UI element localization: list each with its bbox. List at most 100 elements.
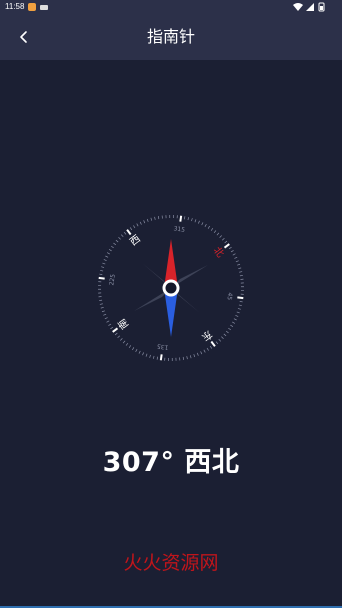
- major-tick: [210, 340, 216, 347]
- minor-tick: [146, 218, 149, 222]
- minor-tick: [139, 221, 142, 225]
- minor-tick: [239, 274, 243, 277]
- minor-tick: [123, 231, 127, 235]
- minor-tick: [135, 349, 138, 353]
- minor-tick: [99, 299, 103, 302]
- minor-tick: [101, 266, 105, 268]
- minor-tick: [156, 356, 158, 360]
- minor-tick: [203, 349, 206, 353]
- major-tick: [159, 354, 163, 361]
- minor-tick: [108, 323, 112, 326]
- minor-tick: [230, 250, 234, 253]
- minor-tick: [106, 320, 110, 323]
- minor-tick: [235, 260, 239, 263]
- minor-tick: [125, 342, 129, 346]
- minor-tick: [233, 318, 237, 321]
- minor-tick: [237, 308, 241, 310]
- minor-tick: [104, 317, 108, 320]
- minor-tick: [198, 220, 200, 224]
- back-button[interactable]: [10, 23, 38, 51]
- minor-tick: [117, 335, 121, 339]
- minor-tick: [132, 347, 135, 351]
- minor-tick: [105, 255, 109, 258]
- notification-app-icon: [28, 3, 36, 11]
- major-tick: [179, 215, 183, 222]
- minor-tick: [103, 259, 107, 261]
- minor-tick: [228, 246, 232, 250]
- wifi-icon: [293, 3, 303, 11]
- label-45: 45: [225, 292, 233, 301]
- minor-tick: [187, 217, 189, 221]
- minor-tick: [120, 338, 123, 341]
- minor-tick: [136, 223, 139, 227]
- minor-tick: [189, 355, 192, 359]
- app-bar: 指南针: [0, 14, 342, 60]
- minor-tick: [101, 310, 105, 313]
- minor-tick: [210, 228, 214, 231]
- minor-tick: [100, 270, 104, 272]
- signal-icon: [306, 3, 314, 11]
- minor-tick: [232, 321, 236, 324]
- minor-tick: [150, 217, 153, 221]
- minor-tick: [186, 356, 188, 360]
- minor-tick: [102, 262, 106, 265]
- minor-tick: [230, 324, 234, 327]
- minor-tick: [225, 330, 229, 334]
- minor-tick: [129, 227, 133, 231]
- minor-tick: [213, 230, 217, 234]
- minor-tick: [184, 216, 186, 220]
- minor-tick: [133, 225, 136, 229]
- minor-tick: [239, 301, 243, 303]
- minor-tick: [118, 237, 121, 240]
- minor-tick: [143, 220, 146, 224]
- minor-tick: [120, 234, 124, 238]
- minor-tick: [100, 306, 104, 309]
- minor-tick: [204, 223, 207, 227]
- label-135: 135: [156, 342, 168, 351]
- minor-tick: [196, 352, 199, 356]
- minor-tick: [149, 354, 151, 358]
- minor-tick: [138, 350, 141, 354]
- minor-tick: [224, 240, 228, 244]
- page-title: 指南针: [146, 27, 195, 46]
- minor-tick: [145, 353, 148, 357]
- label-315: 315: [173, 225, 185, 234]
- minor-tick: [221, 237, 225, 241]
- major-tick: [112, 327, 119, 333]
- major-tick: [98, 276, 105, 280]
- minor-tick: [142, 352, 144, 356]
- minor-tick: [115, 239, 119, 243]
- major-tick: [237, 296, 244, 300]
- status-bar: 11:58: [0, 0, 342, 14]
- video-icon: [40, 5, 48, 10]
- minor-tick: [128, 345, 132, 348]
- minor-tick: [154, 216, 156, 220]
- minor-tick: [239, 271, 243, 273]
- minor-tick: [207, 225, 210, 229]
- major-tick: [223, 243, 230, 249]
- watermark: 火火资源网: [123, 552, 219, 574]
- minor-tick: [110, 326, 114, 330]
- minor-tick: [99, 303, 103, 305]
- status-right-icons: [292, 2, 328, 12]
- minor-tick: [111, 245, 114, 249]
- label-west: 西: [128, 233, 143, 248]
- minor-tick: [99, 273, 103, 275]
- minor-tick: [223, 333, 227, 337]
- minor-tick: [232, 253, 236, 256]
- minor-tick: [194, 219, 197, 223]
- minor-tick: [191, 218, 193, 222]
- minor-tick: [182, 356, 185, 360]
- minor-tick: [153, 355, 155, 359]
- minor-tick: [228, 327, 231, 331]
- label-225: 225: [108, 273, 117, 285]
- minor-tick: [201, 222, 204, 226]
- minor-tick: [236, 311, 240, 314]
- minor-tick: [221, 336, 224, 339]
- heading-readout: 307° 西北: [102, 447, 240, 478]
- chevron-left-icon: [20, 31, 27, 43]
- minor-tick: [235, 315, 239, 317]
- compass-needle: [134, 239, 208, 337]
- needle-hub-inner: [165, 282, 177, 294]
- status-time: 11:58: [5, 2, 25, 11]
